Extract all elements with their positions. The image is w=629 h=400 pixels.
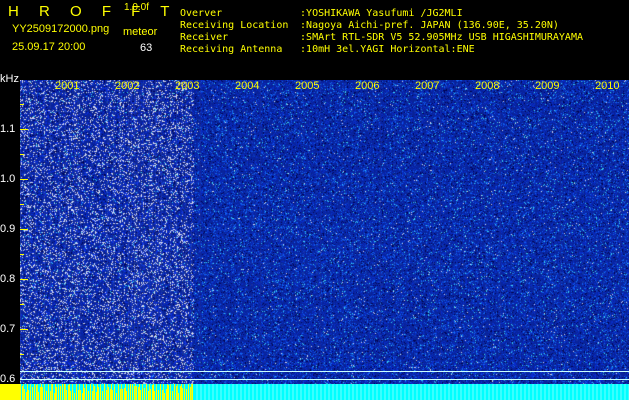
minute-divider	[80, 80, 81, 400]
minute-label-2001: 2001	[55, 80, 80, 92]
image-filename: YY2509172000.png	[12, 23, 110, 35]
observer-label: Overver	[180, 8, 223, 19]
observer-row: Overver :YOSHIKAWA Yasufumi /JG2MLI	[180, 8, 463, 20]
minute-divider	[320, 80, 321, 400]
detection-mode: meteor	[123, 26, 158, 38]
frequency-minor-tick	[20, 254, 24, 255]
frequency-label-0-9: 0.9	[0, 223, 16, 235]
frequency-label-0-7: 0.7	[0, 323, 16, 335]
frequency-tick	[20, 279, 28, 280]
app-version: 1.0.0f	[124, 2, 150, 13]
location-row: Receiving Location :Nagoya Aichi-pref. J…	[180, 20, 559, 32]
minute-label-2006: 2006	[355, 80, 380, 92]
frequency-minor-tick	[20, 204, 24, 205]
antenna-value: :10mH 3el.YAGI Horizontal:ENE	[300, 44, 475, 55]
frequency-minor-tick	[20, 354, 24, 355]
minute-label-2010: 2010	[595, 80, 620, 92]
lower-guide-line	[20, 379, 629, 380]
minute-divider	[380, 80, 381, 400]
detection-count: 63	[140, 42, 153, 54]
receiver-row: Receiver :SMArt RTL-SDR V5 52.905MHz USB…	[180, 32, 583, 44]
minute-label-2007: 2007	[415, 80, 440, 92]
minute-divider	[140, 80, 141, 400]
frequency-label-1-1: 1.1	[0, 123, 16, 135]
minute-label-2002: 2002	[115, 80, 140, 92]
frequency-minor-tick	[20, 154, 24, 155]
location-value: :Nagoya Aichi-pref. JAPAN (136.90E, 35.2…	[300, 20, 559, 31]
frequency-unit-label: kHz	[0, 73, 19, 85]
minute-divider	[440, 80, 441, 400]
minute-label-2008: 2008	[475, 80, 500, 92]
left-status-strip	[0, 384, 20, 400]
minute-divider	[620, 80, 621, 400]
app-brand: H R O F F T	[8, 3, 178, 20]
recording-datetime: 25.09.17 20:00	[12, 41, 86, 53]
receiver-value: :SMArt RTL-SDR V5 52.905MHz USB HIGASHIM…	[300, 32, 583, 43]
minute-label-2005: 2005	[295, 80, 320, 92]
frequency-tick	[20, 179, 28, 180]
minute-label-2003: 2003	[175, 80, 200, 92]
frequency-minor-tick	[20, 304, 24, 305]
upper-guide-line	[20, 371, 629, 372]
antenna-row: Receiving Antenna :10mH 3el.YAGI Horizon…	[180, 44, 475, 56]
header-panel: H R O F F T 1.0.0f YY2509172000.png 25.0…	[0, 0, 629, 76]
frequency-tick	[20, 129, 28, 130]
spectrogram-plot	[20, 80, 629, 400]
frequency-tick	[20, 329, 28, 330]
bottom-status-strip	[20, 384, 629, 400]
minute-divider	[500, 80, 501, 400]
minute-label-2004: 2004	[235, 80, 260, 92]
minute-divider	[200, 80, 201, 400]
frequency-label-0-8: 0.8	[0, 273, 16, 285]
frequency-label-1-0: 1.0	[0, 173, 16, 185]
antenna-label: Receiving Antenna	[180, 44, 283, 55]
minute-label-2009: 2009	[535, 80, 560, 92]
location-label: Receiving Location	[180, 20, 289, 31]
minute-divider	[260, 80, 261, 400]
minute-divider	[560, 80, 561, 400]
spectrogram-screen: H R O F F T 1.0.0f YY2509172000.png 25.0…	[0, 0, 629, 400]
frequency-tick	[20, 229, 28, 230]
receiver-label: Receiver	[180, 32, 229, 43]
observer-value: :YOSHIKAWA Yasufumi /JG2MLI	[300, 8, 463, 19]
frequency-minor-tick	[20, 104, 24, 105]
